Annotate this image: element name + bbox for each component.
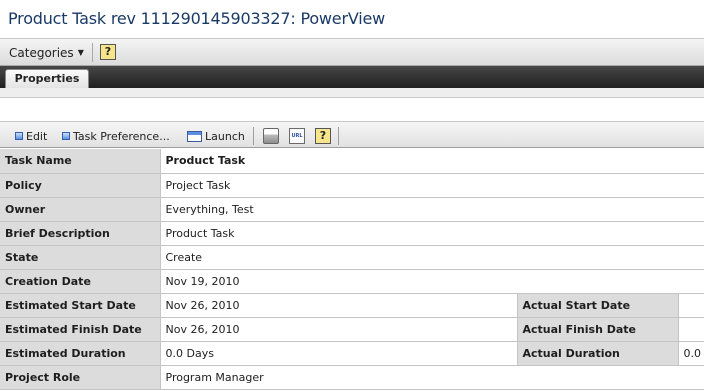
toolbar-separator	[338, 127, 339, 145]
help-icon[interactable]: ?	[100, 44, 116, 60]
field-value: Program Manager	[160, 365, 704, 390]
field-label: Estimated Finish Date	[0, 317, 161, 342]
window-icon	[187, 130, 202, 142]
url-icon[interactable]: URL	[289, 128, 305, 144]
toolbar-separator	[92, 43, 93, 62]
field-label: Task Name	[0, 149, 161, 174]
edit-button[interactable]: Edit	[15, 128, 47, 144]
launch-label: Launch	[205, 129, 245, 143]
field-value: Everything, Test	[160, 197, 704, 222]
field-label: Creation Date	[0, 269, 161, 294]
field-value: Nov 26, 2010	[160, 317, 518, 342]
table-row: Creation Date Nov 19, 2010	[0, 269, 704, 294]
field-value	[678, 317, 704, 342]
page-title: Product Task rev 111290145903327: PowerV…	[8, 9, 385, 28]
field-label: Policy	[0, 173, 161, 198]
launch-button[interactable]: Launch	[187, 128, 245, 144]
field-label: Actual Duration	[517, 341, 679, 366]
field-label: State	[0, 245, 161, 270]
field-label: Actual Start Date	[517, 293, 679, 318]
tab-content-header	[0, 88, 704, 98]
title-bar: Product Task rev 111290145903327: PowerV…	[0, 0, 704, 38]
field-value	[678, 293, 704, 318]
categories-menu[interactable]: Categories ▼	[3, 42, 90, 63]
print-icon[interactable]	[263, 128, 279, 144]
table-row: Owner Everything, Test	[0, 197, 704, 222]
field-value: Create	[160, 245, 704, 270]
properties-table: Task Name Product Task Policy Project Ta…	[0, 149, 704, 390]
help-icon[interactable]: ?	[315, 128, 331, 144]
table-row: Task Name Product Task	[0, 149, 704, 174]
categories-label: Categories	[9, 45, 74, 60]
table-row: Estimated Duration 0.0 Days Actual Durat…	[0, 341, 704, 366]
task-preferences-button[interactable]: Task Preference...	[62, 128, 170, 144]
field-label: Estimated Start Date	[0, 293, 161, 318]
table-row: Estimated Start Date Nov 26, 2010 Actual…	[0, 293, 704, 318]
field-value: Product Task	[160, 149, 704, 174]
edit-label: Edit	[26, 129, 48, 143]
categories-bar: Categories ▼ ?	[0, 38, 704, 66]
table-row: Project Role Program Manager	[0, 365, 704, 390]
table-row: Estimated Finish Date Nov 26, 2010 Actua…	[0, 317, 704, 342]
chevron-down-icon: ▼	[77, 48, 84, 57]
field-value: Nov 26, 2010	[160, 293, 518, 318]
field-label: Brief Description	[0, 221, 161, 246]
table-row: State Create	[0, 245, 704, 270]
table-row: Brief Description Product Task	[0, 221, 704, 246]
field-value: 0.0	[678, 341, 704, 366]
actions-toolbar: Edit Task Preference... Launch URL ?	[0, 121, 704, 148]
field-label: Owner	[0, 197, 161, 222]
field-value: 0.0 Days	[160, 341, 518, 366]
field-label: Actual Finish Date	[517, 317, 679, 342]
tab-strip: Properties	[0, 66, 704, 88]
task-preferences-label: Task Preference...	[73, 129, 170, 143]
tab-properties[interactable]: Properties	[5, 69, 89, 88]
table-row: Policy Project Task	[0, 173, 704, 198]
toolbar-separator	[253, 127, 254, 145]
field-label: Project Role	[0, 365, 161, 390]
edit-icon	[15, 132, 23, 140]
field-value: Project Task	[160, 173, 704, 198]
field-label: Estimated Duration	[0, 341, 161, 366]
field-value: Product Task	[160, 221, 704, 246]
preferences-icon	[62, 132, 70, 140]
field-value: Nov 19, 2010	[160, 269, 704, 294]
